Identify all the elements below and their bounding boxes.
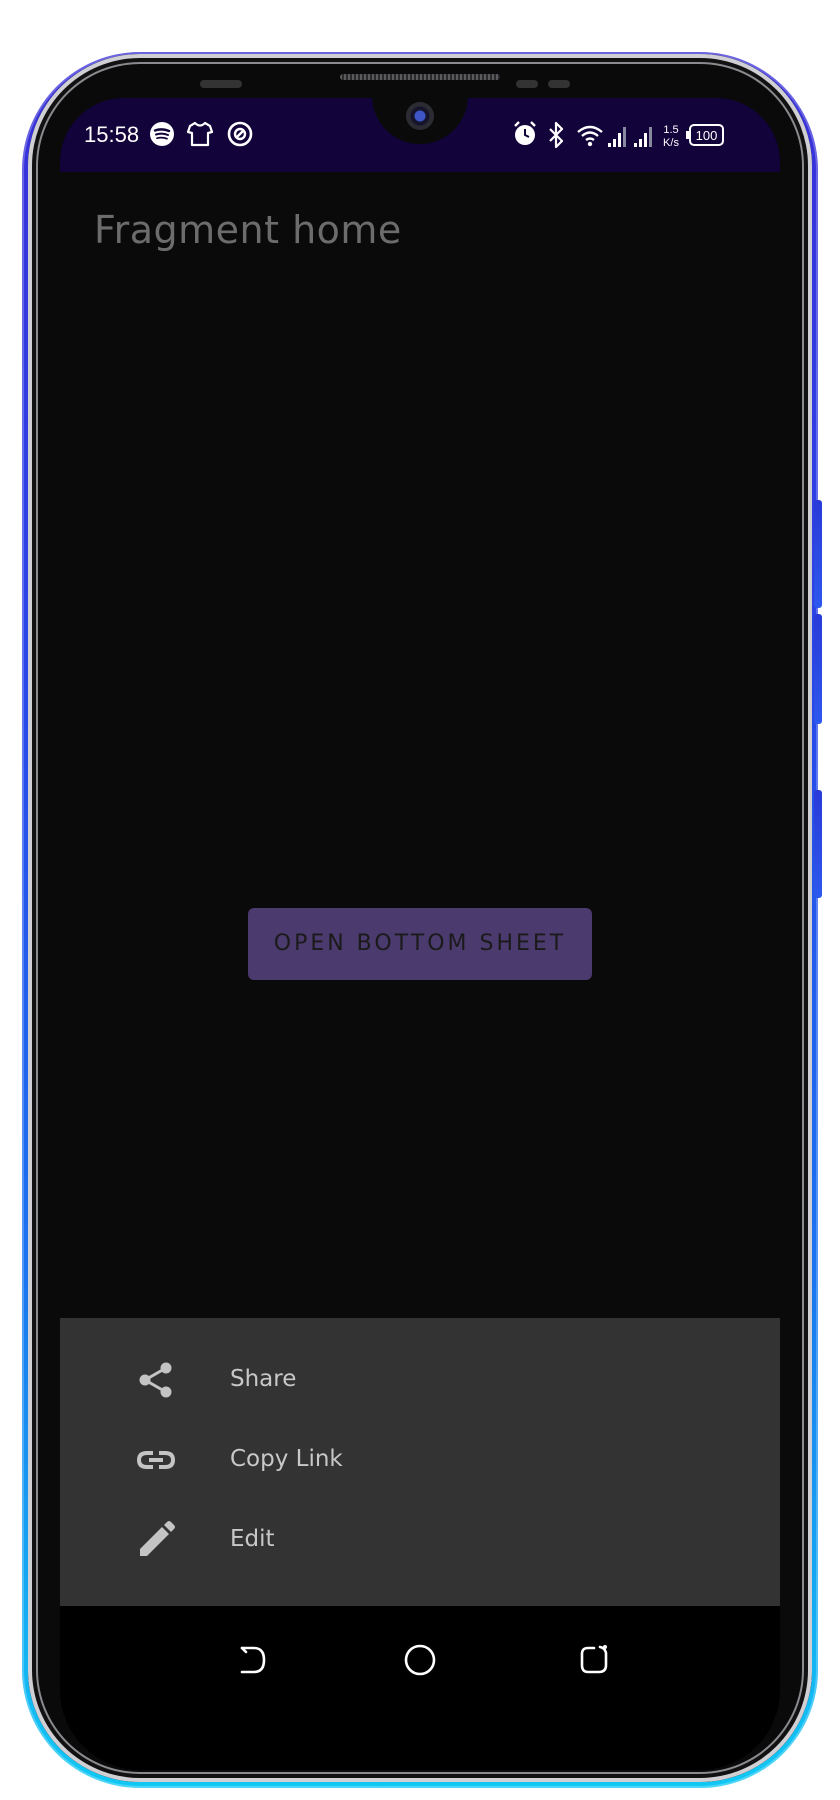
battery-level: 100 [696, 128, 718, 143]
signal-icon [634, 127, 652, 147]
sheet-item-copy-link[interactable]: Copy Link [60, 1420, 780, 1500]
status-right-icons: 1.5 K/s 100 [514, 121, 724, 149]
bottom-sheet: Share Copy Link Edit [60, 1318, 780, 1606]
wifi-icon [577, 125, 603, 147]
shirt-icon [186, 121, 214, 147]
share-icon [139, 1362, 172, 1398]
top-sensor [516, 80, 538, 88]
top-sensor [548, 80, 570, 88]
sheet-item-edit[interactable]: Edit [60, 1500, 780, 1580]
recents-icon[interactable] [574, 1640, 614, 1680]
fragment-title: Fragment home [94, 208, 402, 252]
navigation-bar [60, 1606, 780, 1770]
volume-up-button [814, 614, 822, 724]
sheet-item-label: Edit [230, 1526, 275, 1552]
edit-pencil-icon [140, 1521, 175, 1556]
status-time: 15:58 [84, 122, 140, 147]
top-sensor [200, 80, 242, 88]
network-speed-unit: K/s [663, 137, 679, 149]
spotify-icon [150, 122, 174, 146]
signal-icon [608, 127, 626, 147]
home-icon[interactable] [400, 1640, 440, 1680]
alarm-icon [514, 121, 536, 145]
sheet-item-label: Copy Link [230, 1446, 343, 1472]
back-icon[interactable] [232, 1640, 272, 1680]
battery-icon: 100 [686, 124, 724, 146]
bluetooth-icon [549, 121, 564, 149]
front-camera [406, 102, 434, 130]
power-button [814, 500, 822, 608]
assistant-icon [227, 121, 253, 147]
link-icon [136, 1451, 176, 1469]
screen: 15:58 1.5 K/s 100 Fragment home OPEN BOT… [60, 98, 780, 1770]
status-bar: 15:58 1.5 K/s 100 [60, 98, 780, 172]
volume-down-button [814, 790, 822, 898]
network-speed-value: 1.5 [663, 124, 678, 136]
sheet-item-share[interactable]: Share [60, 1340, 780, 1420]
page: 15:58 1.5 K/s 100 Fragment home OPEN BOT… [0, 0, 840, 1800]
sheet-item-label: Share [230, 1366, 297, 1392]
open-bottom-sheet-button[interactable]: OPEN BOTTOM SHEET [248, 908, 592, 980]
earpiece-speaker [340, 74, 500, 80]
